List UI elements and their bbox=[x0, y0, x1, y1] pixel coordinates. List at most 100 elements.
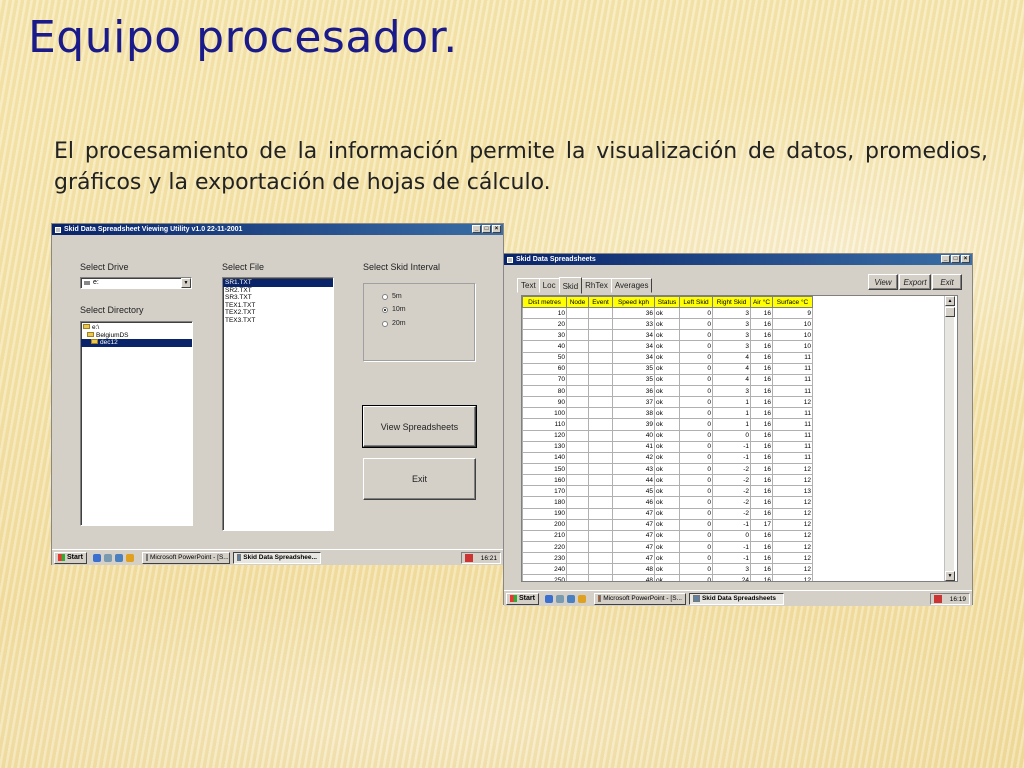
table-cell[interactable]: 11 bbox=[772, 351, 813, 364]
table-cell[interactable]: 16 bbox=[750, 418, 773, 431]
table-cell[interactable]: 33 bbox=[612, 318, 655, 331]
table-cell[interactable] bbox=[588, 451, 613, 464]
exit-button[interactable]: Exit bbox=[363, 458, 476, 500]
table-cell[interactable]: 200 bbox=[522, 518, 567, 531]
table-cell[interactable] bbox=[566, 429, 589, 442]
skid-utility-titlebar[interactable]: Skid Data Spreadsheet Viewing Utility v1… bbox=[52, 224, 503, 235]
table-cell[interactable]: ok bbox=[654, 507, 680, 520]
table-cell[interactable]: 44 bbox=[612, 474, 655, 487]
table-cell[interactable]: 130 bbox=[522, 440, 567, 453]
table-cell[interactable] bbox=[566, 306, 589, 320]
table-cell[interactable]: 16 bbox=[750, 496, 773, 509]
table-cell[interactable] bbox=[566, 373, 589, 386]
table-cell[interactable]: 47 bbox=[612, 529, 655, 542]
tray-icon[interactable] bbox=[464, 554, 473, 562]
table-cell[interactable] bbox=[566, 540, 589, 554]
table-cell[interactable]: 0 bbox=[679, 418, 713, 431]
table-cell[interactable]: 90 bbox=[522, 396, 567, 409]
table-cell[interactable]: 0 bbox=[679, 396, 713, 409]
table-cell[interactable]: ok bbox=[654, 462, 680, 476]
table-cell[interactable] bbox=[588, 552, 613, 565]
table-cell[interactable]: ok bbox=[654, 396, 680, 409]
table-row[interactable]: 70 35 ok 0 4 16 11 bbox=[522, 373, 813, 386]
table-cell[interactable] bbox=[588, 351, 613, 364]
table-cell[interactable] bbox=[566, 496, 589, 509]
file-list[interactable]: SR1.TXT SR2.TXT SR3.TXT TEX1.TXT TEX2.TX… bbox=[222, 277, 334, 531]
column-header[interactable]: Right Skid bbox=[712, 296, 751, 308]
table-cell[interactable]: 250 bbox=[522, 574, 567, 581]
table-cell[interactable]: 11 bbox=[772, 407, 813, 420]
table-cell[interactable]: 34 bbox=[612, 351, 655, 364]
table-cell[interactable]: 0 bbox=[679, 351, 713, 364]
table-cell[interactable]: 0 bbox=[679, 507, 713, 520]
table-cell[interactable]: 36 bbox=[612, 384, 655, 398]
table-cell[interactable]: ok bbox=[654, 485, 680, 498]
table-cell[interactable]: 10 bbox=[772, 340, 813, 353]
table-cell[interactable]: 16 bbox=[750, 474, 773, 487]
table-cell[interactable] bbox=[566, 574, 589, 581]
table-cell[interactable]: 10 bbox=[522, 306, 567, 320]
table-cell[interactable]: 1 bbox=[712, 396, 751, 409]
table-cell[interactable]: ok bbox=[654, 496, 680, 509]
table-cell[interactable]: 43 bbox=[612, 462, 655, 476]
table-cell[interactable] bbox=[566, 407, 589, 420]
table-cell[interactable]: 42 bbox=[612, 451, 655, 464]
table-cell[interactable]: 0 bbox=[679, 306, 713, 320]
table-cell[interactable] bbox=[566, 474, 589, 487]
table-cell[interactable]: 0 bbox=[679, 451, 713, 464]
table-cell[interactable] bbox=[588, 518, 613, 531]
table-cell[interactable]: ok bbox=[654, 318, 680, 331]
start-button[interactable]: Start bbox=[506, 592, 539, 605]
table-cell[interactable]: 11 bbox=[772, 362, 813, 375]
table-cell[interactable]: 0 bbox=[679, 540, 713, 554]
table-cell[interactable]: 16 bbox=[750, 340, 773, 353]
table-cell[interactable]: ok bbox=[654, 451, 680, 464]
table-cell[interactable]: 10 bbox=[772, 318, 813, 331]
table-cell[interactable]: 12 bbox=[772, 496, 813, 509]
scroll-up-icon[interactable]: ▲ bbox=[945, 296, 955, 306]
table-cell[interactable]: 30 bbox=[522, 329, 567, 342]
ie-icon[interactable] bbox=[544, 594, 553, 603]
table-cell[interactable] bbox=[566, 529, 589, 542]
table-cell[interactable]: ok bbox=[654, 552, 680, 565]
table-cell[interactable]: ok bbox=[654, 418, 680, 431]
table-cell[interactable]: ok bbox=[654, 329, 680, 342]
table-cell[interactable]: -2 bbox=[712, 462, 751, 476]
taskbar-skid-data[interactable]: Skid Data Spreadshee... bbox=[232, 551, 321, 564]
table-cell[interactable]: 16 bbox=[750, 407, 773, 420]
table-cell[interactable]: 37 bbox=[612, 396, 655, 409]
table-cell[interactable] bbox=[588, 396, 613, 409]
table-cell[interactable]: 1 bbox=[712, 418, 751, 431]
table-cell[interactable]: ok bbox=[654, 563, 680, 576]
table-cell[interactable]: 16 bbox=[750, 462, 773, 476]
table-cell[interactable]: 11 bbox=[772, 373, 813, 386]
table-cell[interactable]: -1 bbox=[712, 552, 751, 565]
table-row[interactable]: 100 38 ok 0 1 16 11 bbox=[522, 407, 813, 420]
table-cell[interactable]: 110 bbox=[522, 418, 567, 431]
table-cell[interactable]: 16 bbox=[750, 318, 773, 331]
table-cell[interactable]: 36 bbox=[612, 306, 655, 320]
table-cell[interactable]: 16 bbox=[750, 529, 773, 542]
table-row[interactable]: 160 44 ok 0 -2 16 12 bbox=[522, 474, 813, 487]
table-cell[interactable]: 0 bbox=[679, 552, 713, 565]
table-cell[interactable] bbox=[566, 340, 589, 353]
table-cell[interactable]: 16 bbox=[750, 351, 773, 364]
table-cell[interactable] bbox=[588, 373, 613, 386]
table-cell[interactable]: 0 bbox=[712, 529, 751, 542]
table-cell[interactable]: -1 bbox=[712, 540, 751, 554]
table-cell[interactable]: 210 bbox=[522, 529, 567, 542]
file-item[interactable]: TEX2.TXT bbox=[223, 309, 333, 317]
table-cell[interactable]: 80 bbox=[522, 384, 567, 398]
table-cell[interactable]: 0 bbox=[679, 574, 713, 581]
table-cell[interactable]: 1 bbox=[712, 407, 751, 420]
table-row[interactable]: 60 35 ok 0 4 16 11 bbox=[522, 362, 813, 375]
table-cell[interactable] bbox=[588, 462, 613, 476]
table-cell[interactable] bbox=[588, 485, 613, 498]
column-header[interactable]: Speed kph bbox=[612, 296, 655, 308]
table-cell[interactable]: ok bbox=[654, 474, 680, 487]
table-cell[interactable] bbox=[566, 451, 589, 464]
table-cell[interactable]: 34 bbox=[612, 340, 655, 353]
table-cell[interactable]: 11 bbox=[772, 384, 813, 398]
table-cell[interactable] bbox=[588, 362, 613, 375]
table-row[interactable]: 130 41 ok 0 -1 16 11 bbox=[522, 440, 813, 453]
